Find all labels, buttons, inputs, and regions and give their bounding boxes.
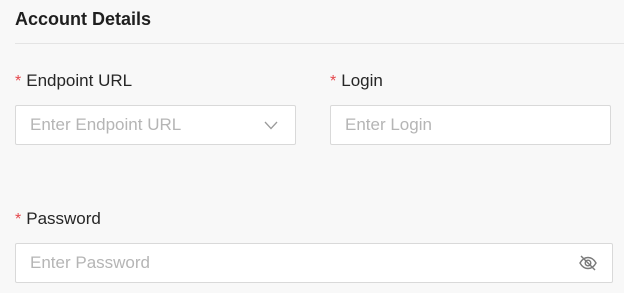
required-asterisk: * [15,211,22,228]
password-label-text: Password [26,209,101,228]
section-title: Account Details [15,9,152,29]
endpoint-url-label: * Endpoint URL [15,71,132,92]
endpoint-url-input[interactable] [30,115,253,135]
login-label-text: Login [341,71,383,90]
login-label: * Login [330,71,383,92]
required-asterisk: * [330,73,337,90]
password-input[interactable] [30,253,570,273]
endpoint-url-label-text: Endpoint URL [26,71,133,90]
account-details-panel: Account Details *Endpoint URL *Login *Pa… [0,0,624,293]
login-field[interactable] [330,105,611,145]
chevron-down-icon[interactable] [261,115,281,135]
eye-off-icon[interactable] [578,253,598,273]
login-input[interactable] [345,115,596,135]
password-label: * Password [15,209,101,230]
required-asterisk: * [15,73,22,90]
password-field[interactable] [15,243,613,283]
section-divider [15,43,624,44]
endpoint-url-select[interactable] [15,105,296,145]
